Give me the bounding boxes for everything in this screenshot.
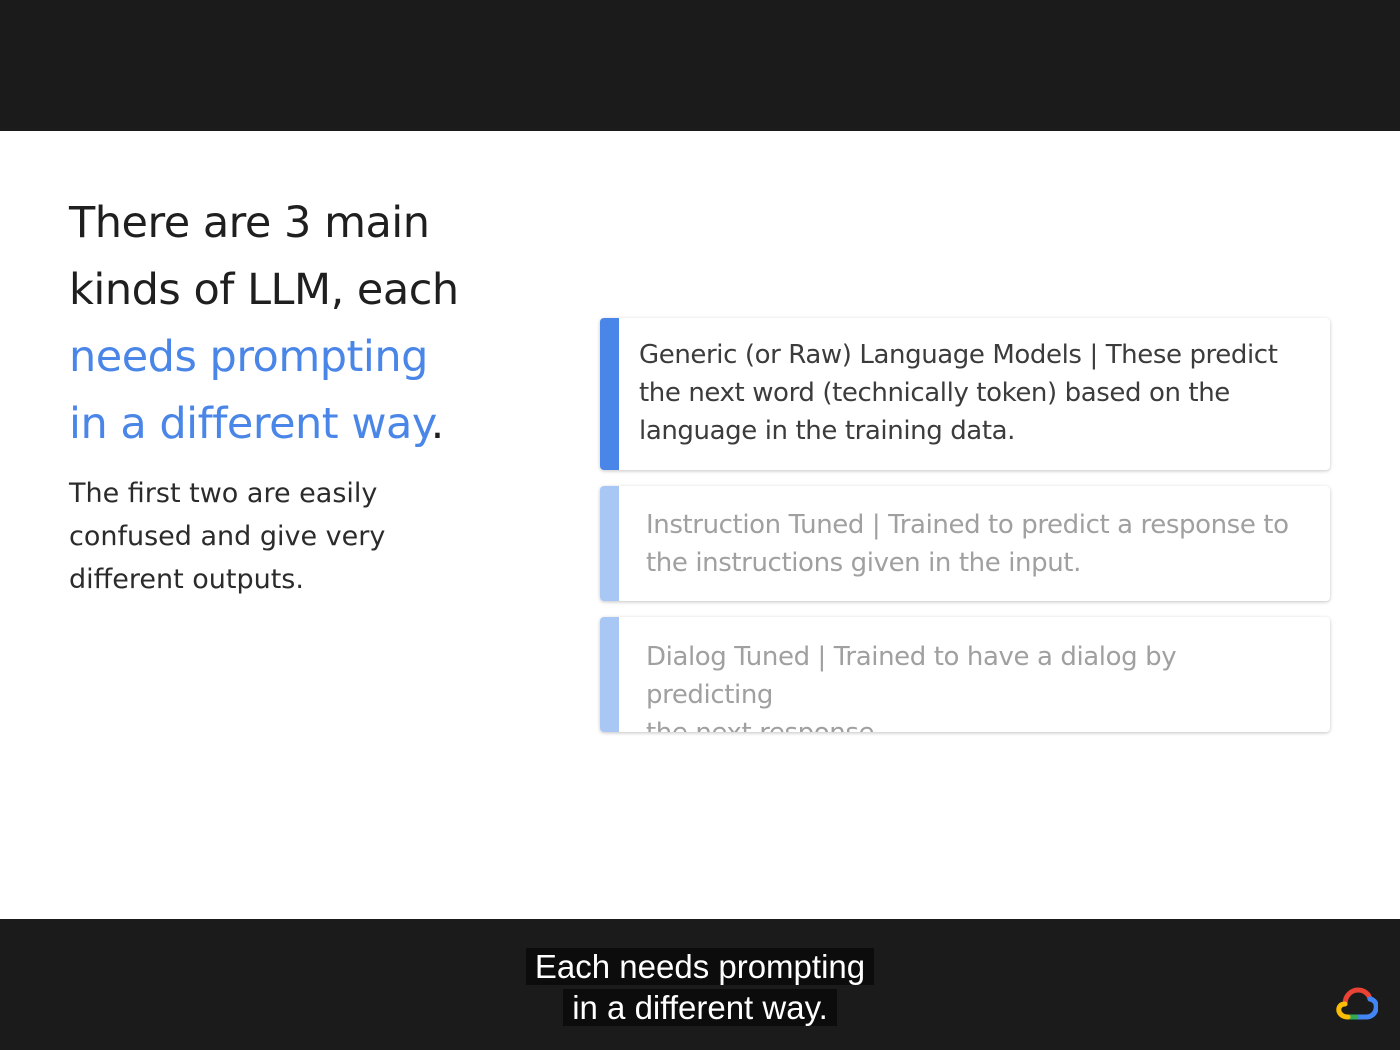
caption-line-1: Each needs prompting — [525, 948, 875, 985]
card-title: Instruction Tuned — [646, 510, 865, 540]
card-title: Dialog Tuned — [646, 642, 810, 672]
card-description-line-1: Trained to predict a response to — [888, 510, 1289, 540]
heading-accent-line-3: needs prompting — [69, 332, 428, 382]
card-description-line-3: language in the training data. — [639, 416, 1016, 446]
card-separator: | — [809, 642, 834, 672]
card-text: Dialog Tuned | Trained to have a dialog … — [646, 638, 1310, 732]
slide-heading: There are 3 main kinds of LLM, each need… — [69, 190, 539, 458]
card-text: Instruction Tuned | Trained to predict a… — [646, 506, 1310, 582]
subtext-line-3: different outputs. — [69, 564, 304, 595]
card-accent-bar — [600, 318, 619, 470]
video-top-letterbox — [0, 0, 1400, 131]
cloud-right-arc-blue — [1353, 996, 1378, 1020]
card-accent-bar — [600, 617, 619, 732]
llm-type-card-dialog-tuned: Dialog Tuned | Trained to have a dialog … — [600, 617, 1330, 732]
subtext-line-2: confused and give very — [69, 521, 386, 552]
llm-type-card-instruction-tuned: Instruction Tuned | Trained to predict a… — [600, 486, 1330, 601]
card-separator: | — [864, 510, 889, 540]
slide-subtext: The first two are easily confused and gi… — [69, 472, 469, 601]
card-description-line-2: the next response. — [646, 718, 882, 732]
caption-line-2: in a different way. — [563, 989, 837, 1026]
heading-period: . — [430, 399, 445, 449]
card-description-line-2: the next word (technically token) based … — [639, 378, 1230, 408]
card-accent-bar — [600, 486, 619, 601]
cloud-left-arc-yellow — [1336, 1001, 1351, 1020]
cloud-top-arc-red — [1342, 987, 1373, 1007]
card-title: Generic (or Raw) Language Models — [639, 340, 1082, 370]
heading-line-2: kinds of LLM, each — [69, 265, 459, 315]
card-description-line-1: These predict — [1105, 340, 1278, 370]
card-description-line-2: the instructions given in the input. — [646, 548, 1081, 578]
heading-line-1: There are 3 main — [69, 198, 430, 248]
heading-accent-line-4: in a different way — [69, 399, 431, 449]
google-cloud-logo-icon — [1336, 987, 1378, 1020]
card-text: Generic (or Raw) Language Models | These… — [639, 336, 1310, 450]
llm-type-card-generic: Generic (or Raw) Language Models | These… — [600, 318, 1330, 470]
card-separator: | — [1081, 340, 1106, 370]
video-caption: Each needs prompting in a different way. — [0, 946, 1400, 1028]
subtext-line-1: The first two are easily — [69, 478, 378, 509]
